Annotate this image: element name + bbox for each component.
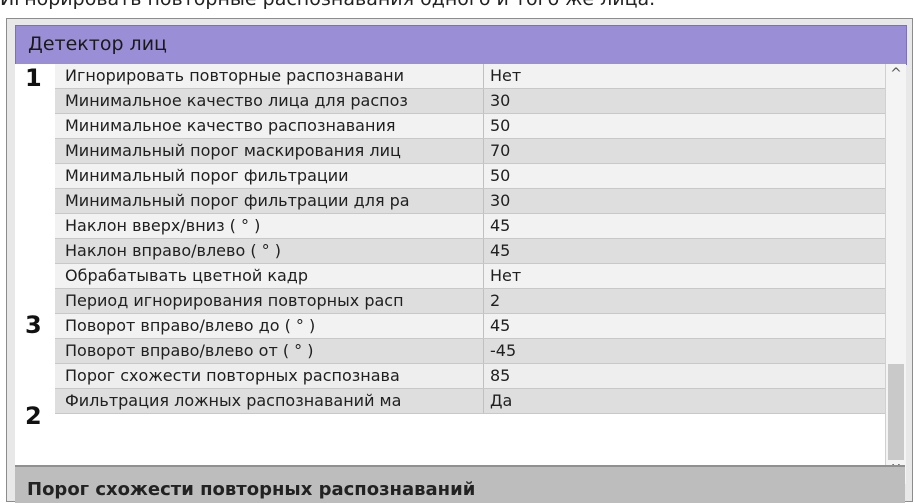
property-row[interactable]: Поворот вправо/влево до ( ° ) 45 — [55, 314, 891, 339]
property-row[interactable]: Поворот вправо/влево от ( ° ) -45 — [55, 339, 891, 364]
property-label: Обрабатывать цветной кадр — [55, 264, 484, 288]
vertical-scrollbar[interactable]: ^ v — [885, 64, 906, 484]
property-label: Минимальное качество лица для распоз — [55, 89, 484, 113]
property-value[interactable]: -45 — [484, 339, 891, 363]
property-value[interactable]: 30 — [484, 89, 891, 113]
panel-title: Детектор лиц — [28, 33, 167, 55]
property-value[interactable]: 50 — [484, 164, 891, 188]
marker-column: 1 3 2 — [15, 64, 55, 484]
property-row[interactable]: Минимальный порог фильтрации 50 — [55, 164, 891, 189]
property-value[interactable]: Да — [484, 389, 891, 413]
property-value[interactable]: 50 — [484, 114, 891, 138]
property-row[interactable]: Наклон вверх/вниз ( ° ) 45 — [55, 214, 891, 239]
property-row[interactable]: Минимальный порог фильтрации для ра 30 — [55, 189, 891, 214]
property-value[interactable]: 85 — [484, 364, 891, 388]
marker-3: 3 — [25, 311, 42, 339]
property-label: Минимальный порог фильтрации — [55, 164, 484, 188]
property-label: Минимальный порог маскирования лиц — [55, 139, 484, 163]
property-label: Фильтрация ложных распознаваний ма — [55, 389, 484, 413]
property-row-selected[interactable]: Порог схожести повторных распознава 85 — [55, 364, 891, 389]
property-grid: 1 3 2 Игнорировать повторные распознаван… — [15, 64, 906, 484]
property-label: Минимальное качество распознавания — [55, 114, 484, 138]
property-label: Период игнорирования повторных расп — [55, 289, 484, 313]
property-value[interactable]: 2 — [484, 289, 891, 313]
property-value[interactable]: 45 — [484, 314, 891, 338]
marker-2: 2 — [25, 402, 42, 430]
caption-text: Игнорировать повторные распознавания одн… — [0, 0, 915, 12]
scrollbar-thumb[interactable] — [888, 364, 904, 460]
property-row[interactable]: Обрабатывать цветной кадр Нет — [55, 264, 891, 289]
face-detector-panel: Детектор лиц 1 3 2 Игнорировать повторны… — [6, 18, 913, 503]
property-value[interactable]: Нет — [484, 64, 891, 88]
property-value[interactable]: 70 — [484, 139, 891, 163]
description-bar: Порог схожести повторных распознаваний — [15, 465, 905, 503]
property-row[interactable]: Период игнорирования повторных расп 2 — [55, 289, 891, 314]
property-row[interactable]: Минимальное качество лица для распоз 30 — [55, 89, 891, 114]
property-row[interactable]: Фильтрация ложных распознаваний ма Да — [55, 389, 891, 414]
property-label: Поворот вправо/влево от ( ° ) — [55, 339, 484, 363]
property-row[interactable]: Минимальный порог маскирования лиц 70 — [55, 139, 891, 164]
property-row[interactable]: Минимальное качество распознавания 50 — [55, 114, 891, 139]
property-label: Поворот вправо/влево до ( ° ) — [55, 314, 484, 338]
property-value[interactable]: 45 — [484, 239, 891, 263]
property-row[interactable]: Игнорировать повторные распознавани Нет — [55, 64, 891, 89]
panel-header: Детектор лиц — [15, 25, 907, 65]
chevron-up-icon[interactable]: ^ — [886, 66, 906, 86]
property-label: Наклон вправо/влево ( ° ) — [55, 239, 484, 263]
property-value[interactable]: 45 — [484, 214, 891, 238]
property-row[interactable]: Наклон вправо/влево ( ° ) 45 — [55, 239, 891, 264]
property-label: Минимальный порог фильтрации для ра — [55, 189, 484, 213]
description-title: Порог схожести повторных распознаваний — [27, 479, 476, 500]
property-label: Наклон вверх/вниз ( ° ) — [55, 214, 484, 238]
marker-1: 1 — [25, 64, 42, 92]
property-value[interactable]: 30 — [484, 189, 891, 213]
property-value[interactable]: Нет — [484, 264, 891, 288]
property-label: Игнорировать повторные распознавани — [55, 64, 484, 88]
property-label: Порог схожести повторных распознава — [55, 364, 484, 388]
